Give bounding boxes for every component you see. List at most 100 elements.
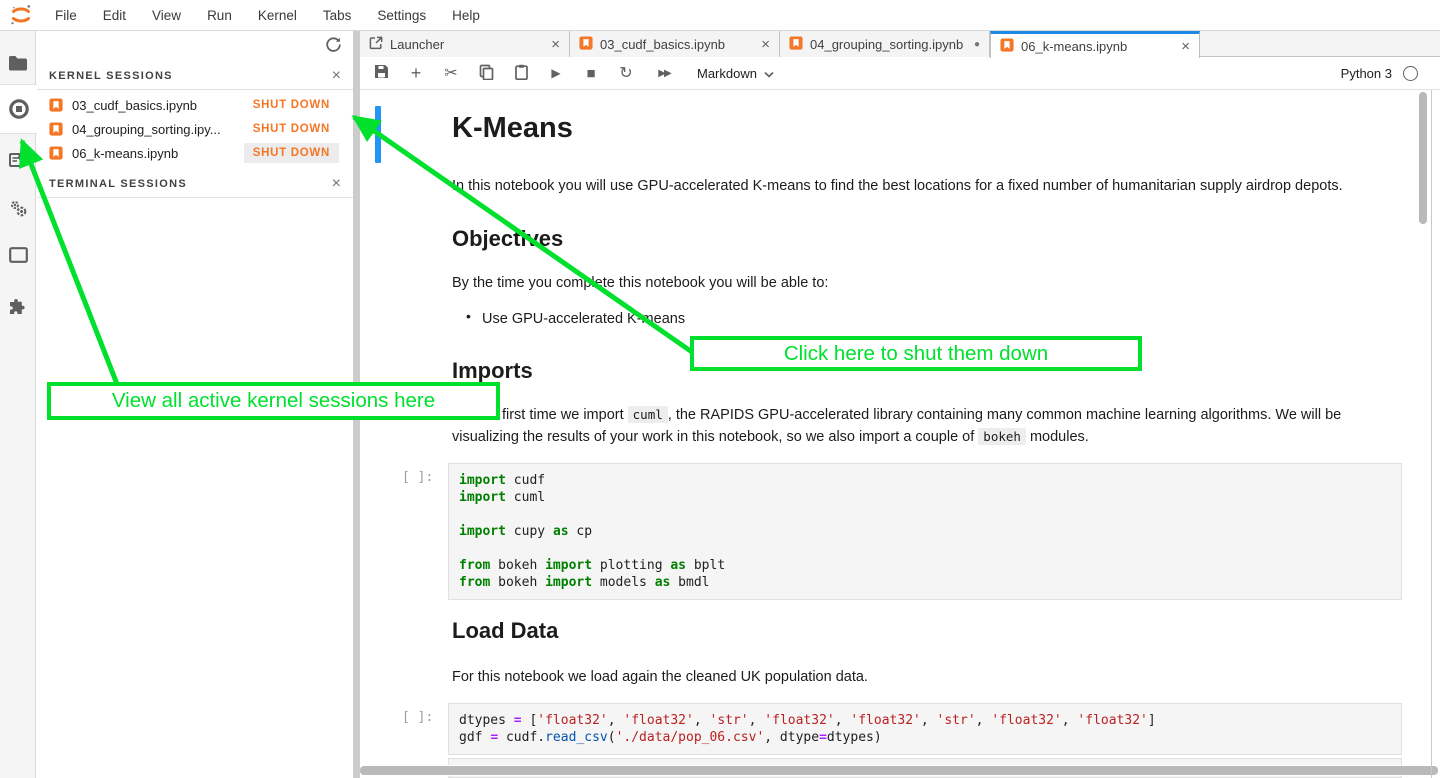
tab-close-icon[interactable]: × bbox=[761, 36, 770, 53]
copy-cells-button[interactable] bbox=[477, 63, 495, 83]
menu-kernel[interactable]: Kernel bbox=[245, 8, 310, 23]
session-name: 04_grouping_sorting.ipy... bbox=[72, 122, 244, 137]
terminal-sessions-label: TERMINAL SESSIONS bbox=[49, 178, 332, 190]
markdown-paragraph: For this notebook we load again the clea… bbox=[452, 666, 868, 688]
code-cell-imports[interactable]: import cudfimport cuml import cupy as cp… bbox=[448, 463, 1402, 600]
close-all-terminals-button[interactable]: × bbox=[332, 176, 341, 192]
sidebar-item-open-tabs[interactable] bbox=[0, 235, 36, 275]
code-cell-load-data[interactable]: dtypes = ['float32', 'float32', 'str', '… bbox=[448, 703, 1402, 755]
launcher-icon bbox=[369, 36, 383, 53]
inspector-icon bbox=[8, 150, 28, 170]
save-button[interactable] bbox=[372, 63, 390, 83]
menu-bar: File Edit View Run Kernel Tabs Settings … bbox=[0, 0, 1440, 31]
gears-icon bbox=[8, 198, 28, 218]
interrupt-kernel-button[interactable]: ■ bbox=[582, 63, 600, 83]
running-sessions-icon bbox=[8, 98, 30, 120]
tab-close-icon[interactable]: × bbox=[1181, 38, 1190, 55]
sidebar-item-file-browser[interactable] bbox=[0, 43, 36, 83]
sidebar-item-extension-manager[interactable] bbox=[0, 287, 36, 327]
refresh-sessions-button[interactable] bbox=[323, 37, 343, 57]
copy-icon bbox=[479, 64, 494, 83]
puzzle-icon bbox=[8, 297, 28, 317]
markdown-heading-load-data: Load Data bbox=[452, 618, 558, 644]
sidebar-item-extension-settings[interactable] bbox=[0, 188, 36, 228]
annotation-text: Click here to shut them down bbox=[784, 342, 1048, 366]
run-icon: ▶ bbox=[551, 66, 560, 80]
session-name: 06_k-means.ipynb bbox=[72, 146, 244, 161]
cell-input-prompt: [ ]: bbox=[402, 470, 433, 485]
save-icon bbox=[374, 64, 389, 82]
notebook-icon bbox=[49, 98, 63, 112]
markdown-heading-objectives: Objectives bbox=[452, 226, 563, 252]
unsaved-changes-dot: ● bbox=[974, 39, 980, 50]
bullet-item: Use GPU-accelerated K-means bbox=[482, 308, 685, 330]
horizontal-scrollbar[interactable] bbox=[360, 765, 1440, 776]
horizontal-scrollbar-thumb[interactable] bbox=[360, 766, 1438, 775]
sidebar-item-running-sessions[interactable] bbox=[0, 84, 37, 134]
restart-icon: ↻ bbox=[619, 63, 632, 83]
vertical-scrollbar-thumb[interactable] bbox=[1419, 92, 1427, 224]
markdown-paragraph: By the time you complete this notebook y… bbox=[452, 272, 828, 294]
shutdown-button[interactable]: SHUT DOWN bbox=[244, 95, 339, 115]
notebook-icon bbox=[49, 122, 63, 136]
kernel-name: Python 3 bbox=[1341, 66, 1392, 81]
notebook-icon bbox=[49, 146, 63, 160]
document-tab-bar: Launcher × 03_cudf_basics.ipynb × 04_gro… bbox=[360, 31, 1440, 57]
refresh-icon bbox=[325, 36, 342, 58]
cut-cells-button[interactable]: ✂ bbox=[442, 63, 460, 83]
cell-type-dropdown[interactable]: Markdown bbox=[697, 66, 774, 81]
clipboard-icon bbox=[515, 64, 528, 83]
folder-icon bbox=[8, 55, 28, 71]
close-all-kernels-button[interactable]: × bbox=[332, 68, 341, 84]
kernel-sessions-header: KERNEL SESSIONS × bbox=[37, 63, 353, 90]
restart-run-all-button[interactable]: ▶▶ bbox=[652, 63, 676, 83]
tab-03-cudf-basics[interactable]: 03_cudf_basics.ipynb × bbox=[570, 31, 780, 57]
tab-launcher[interactable]: Launcher × bbox=[360, 31, 570, 57]
fast-forward-icon: ▶▶ bbox=[658, 68, 669, 79]
kernel-session-row[interactable]: 03_cudf_basics.ipynb SHUT DOWN bbox=[37, 93, 353, 117]
tab-label: 03_cudf_basics.ipynb bbox=[600, 37, 725, 52]
cell-type-value: Markdown bbox=[697, 66, 757, 81]
menu-run[interactable]: Run bbox=[194, 8, 245, 23]
window-right-border bbox=[1431, 31, 1432, 778]
stop-icon: ■ bbox=[586, 65, 595, 82]
bullet-marker: • bbox=[466, 308, 471, 324]
kernel-indicator[interactable]: Python 3 bbox=[1341, 66, 1434, 81]
kernel-session-row[interactable]: 04_grouping_sorting.ipy... SHUT DOWN bbox=[37, 117, 353, 141]
cell-input-prompt: [ ]: bbox=[402, 710, 433, 725]
main-dock-panel: Launcher × 03_cudf_basics.ipynb × 04_gro… bbox=[360, 31, 1440, 778]
tab-label: 06_k-means.ipynb bbox=[1021, 39, 1127, 54]
annotation-box-sessions: View all active kernel sessions here bbox=[47, 382, 500, 420]
kernel-session-row[interactable]: 06_k-means.ipynb SHUT DOWN bbox=[37, 141, 353, 165]
tab-06-k-means[interactable]: 06_k-means.ipynb × bbox=[990, 31, 1200, 58]
shutdown-button[interactable]: SHUT DOWN bbox=[244, 119, 339, 139]
add-cell-button[interactable]: + bbox=[407, 63, 425, 83]
shutdown-button[interactable]: SHUT DOWN bbox=[244, 143, 339, 163]
session-name: 03_cudf_basics.ipynb bbox=[72, 98, 244, 113]
notebook-icon bbox=[579, 36, 593, 53]
kernel-status-icon bbox=[1403, 66, 1418, 81]
terminal-sessions-header: TERMINAL SESSIONS × bbox=[37, 171, 353, 198]
paste-cells-button[interactable] bbox=[512, 63, 530, 83]
menu-file[interactable]: File bbox=[42, 8, 90, 23]
jupyterlab-window: File Edit View Run Kernel Tabs Settings … bbox=[0, 0, 1440, 778]
menu-settings[interactable]: Settings bbox=[364, 8, 439, 23]
tab-close-icon[interactable]: × bbox=[551, 36, 560, 53]
menu-edit[interactable]: Edit bbox=[90, 8, 139, 23]
restart-kernel-button[interactable]: ↻ bbox=[617, 63, 635, 83]
menu-view[interactable]: View bbox=[139, 8, 194, 23]
sidebar-item-property-inspector[interactable] bbox=[0, 140, 36, 180]
menu-help[interactable]: Help bbox=[439, 8, 493, 23]
chevron-down-icon bbox=[764, 66, 774, 81]
markdown-paragraph: For the first time we import cuml, the R… bbox=[452, 404, 1440, 448]
annotation-box-shutdown: Click here to shut them down bbox=[690, 336, 1142, 371]
jupyter-logo-icon bbox=[8, 2, 34, 28]
selected-cell-collapser[interactable] bbox=[375, 106, 381, 163]
scissors-icon: ✂ bbox=[444, 63, 457, 83]
tab-label: 04_grouping_sorting.ipynb bbox=[810, 37, 963, 52]
menu-tabs[interactable]: Tabs bbox=[310, 8, 365, 23]
notebook-content[interactable]: K-Means In this notebook you will use GP… bbox=[360, 90, 1440, 778]
run-cell-button[interactable]: ▶ bbox=[547, 63, 565, 83]
markdown-heading-imports: Imports bbox=[452, 358, 533, 384]
tab-04-grouping-sorting[interactable]: 04_grouping_sorting.ipynb ● bbox=[780, 31, 990, 57]
